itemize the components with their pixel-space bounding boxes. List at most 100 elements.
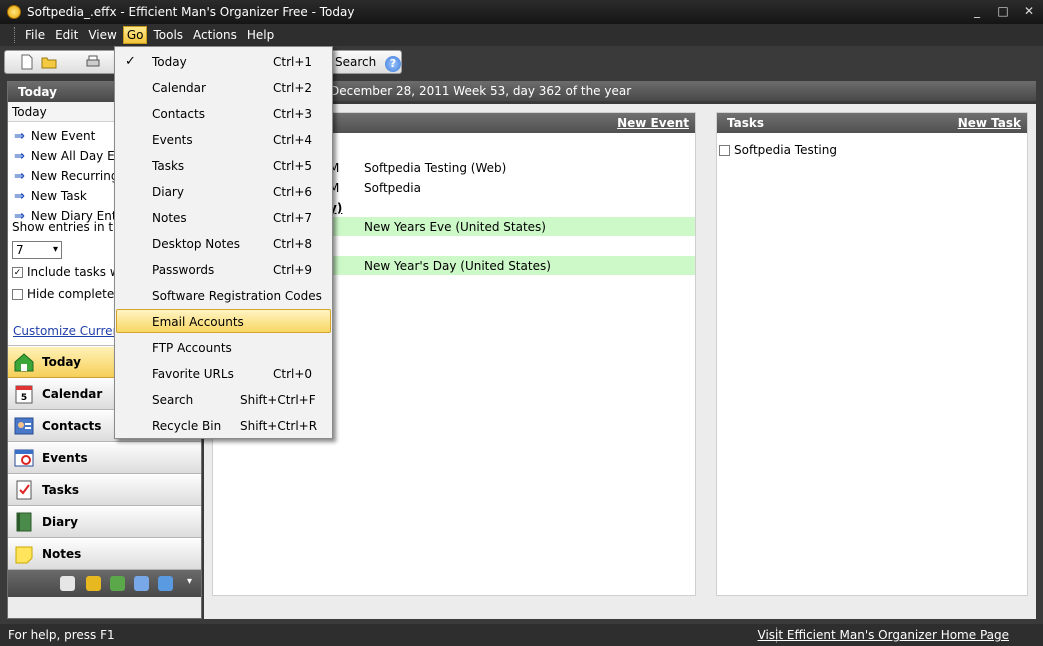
nav-label: Notes [42, 547, 82, 561]
nav-diary[interactable]: Diary [8, 506, 201, 538]
menu-label: Diary [152, 185, 184, 199]
help-icon[interactable]: ? [385, 56, 401, 72]
event-text: Softpedia Testing (Web) [364, 161, 507, 175]
arrow-right-icon: ⇒ [14, 128, 25, 144]
menu-help[interactable]: Help [243, 26, 278, 44]
status-bar: For help, press F1 Visit Efficient Man's… [0, 624, 1043, 646]
events-icon [14, 449, 34, 467]
key-icon[interactable] [86, 576, 101, 591]
days-combo[interactable]: 7 [12, 241, 62, 259]
menu-bar: File Edit View Go Tools Actions Help [0, 24, 1043, 46]
go-menu-email-accounts[interactable]: Email Accounts [116, 309, 331, 333]
go-menu-passwords[interactable]: Passwords Ctrl+9 [116, 257, 331, 281]
nav-notes[interactable]: Notes [8, 538, 201, 570]
go-menu-tasks[interactable]: Tasks Ctrl+5 [116, 153, 331, 177]
task-item[interactable]: Softpedia Testing [717, 143, 837, 157]
tasks-panel: Tasks New Task Softpedia Testing [716, 112, 1028, 596]
chevron-down-icon[interactable]: ▾ [182, 576, 197, 591]
menu-shortcut: Ctrl+4 [273, 133, 313, 147]
go-menu-ftp-accounts[interactable]: FTP Accounts [116, 335, 331, 359]
include-tasks-checkbox[interactable]: ✓ [12, 266, 23, 278]
contacts-icon [14, 417, 34, 435]
desktop-notes-icon[interactable] [60, 576, 75, 591]
menu-actions[interactable]: Actions [189, 26, 241, 44]
menu-shortcut: Ctrl+2 [273, 81, 313, 95]
nav-label: Today [42, 355, 81, 369]
calendar-icon: 5 [15, 385, 33, 404]
menu-shortcut: Ctrl+7 [273, 211, 313, 225]
quick-label: New Task [30, 189, 87, 203]
checkmark-icon: ✓ [125, 54, 136, 69]
menu-shortcut: Ctrl+6 [273, 185, 313, 199]
close-button[interactable]: ✕ [1021, 4, 1037, 18]
notes-icon [15, 546, 33, 564]
home-page-link[interactable]: Visit Efficient Man's Organizer Home Pag… [758, 628, 1010, 642]
tasks-panel-header: Tasks New Task [717, 113, 1027, 133]
nav-footer: ▾ [8, 570, 201, 597]
new-task-link[interactable]: New Task [958, 116, 1021, 130]
hide-completed-checkbox[interactable] [12, 288, 23, 300]
maximize-button[interactable]: □ [995, 4, 1011, 18]
go-menu-software-registration-codes[interactable]: Software Registration Codes [116, 283, 331, 307]
open-folder-icon[interactable] [41, 54, 57, 70]
menu-shortcut: Ctrl+1 [273, 55, 313, 69]
menu-go[interactable]: Go [122, 26, 148, 44]
minimize-button[interactable]: _ [969, 4, 985, 18]
menu-view[interactable]: View [84, 26, 120, 44]
menu-tools[interactable]: Tools [149, 26, 187, 44]
svg-text:5: 5 [21, 393, 27, 403]
go-menu-recycle-bin[interactable]: Recycle Bin Shift+Ctrl+R [116, 413, 331, 437]
go-menu-desktop-notes[interactable]: Desktop Notes Ctrl+8 [116, 231, 331, 255]
menu-label: Search [152, 393, 194, 407]
nav-label: Events [42, 451, 88, 465]
new-event-link[interactable]: New Event [617, 116, 689, 130]
quick-label: New Event [30, 129, 96, 143]
nav-events[interactable]: Events [8, 442, 201, 474]
tasks-panel-title: Tasks [727, 116, 765, 130]
registration-icon[interactable] [110, 576, 125, 591]
search-button[interactable]: Search [335, 55, 376, 69]
go-menu-favorite-urls[interactable]: Favorite URLs Ctrl+0 [116, 361, 331, 385]
go-menu-notes[interactable]: Notes Ctrl+7 [116, 205, 331, 229]
menu-label: Recycle Bin [152, 419, 222, 433]
nav-label: Diary [42, 515, 78, 529]
menu-label: Desktop Notes [152, 237, 240, 251]
window-controls: _ □ ✕ [969, 4, 1037, 18]
menu-label: Software Registration Codes [152, 289, 322, 303]
menu-label: Today [152, 55, 187, 69]
nav-tasks[interactable]: Tasks [8, 474, 201, 506]
menu-shortcut: Shift+Ctrl+R [240, 419, 318, 433]
go-menu-calendar[interactable]: Calendar Ctrl+2 [116, 75, 331, 99]
menu-label: FTP Accounts [152, 341, 232, 355]
window-title: Softpedia_.effx - Efficient Man's Organi… [27, 5, 355, 19]
go-menu-contacts[interactable]: Contacts Ctrl+3 [116, 101, 331, 125]
search-icon[interactable] [134, 576, 149, 591]
task-checkbox[interactable] [719, 144, 730, 156]
status-help-text: For help, press F1 [8, 628, 115, 642]
menu-label: Tasks [152, 159, 185, 173]
app-icon [7, 5, 21, 19]
nav-label: Contacts [42, 419, 102, 433]
nav-label: Tasks [42, 483, 80, 497]
menu-label: Notes [152, 211, 187, 225]
recycle-icon[interactable] [158, 576, 173, 591]
event-text: New Years Eve (United States) [364, 220, 546, 234]
menu-shortcut: Ctrl+9 [273, 263, 313, 277]
go-menu-search[interactable]: Search Shift+Ctrl+F [116, 387, 331, 411]
go-menu-today[interactable]: ✓ Today Ctrl+1 [116, 49, 331, 73]
menu-edit[interactable]: Edit [51, 26, 82, 44]
home-icon [14, 353, 34, 372]
menu-shortcut: Ctrl+8 [273, 237, 313, 251]
menu-shortcut: Shift+Ctrl+F [240, 393, 316, 407]
menu-label: Email Accounts [152, 315, 244, 329]
arrow-right-icon: ⇒ [14, 188, 25, 204]
tasks-icon [16, 480, 32, 500]
new-file-icon[interactable] [19, 54, 35, 70]
menu-file[interactable]: File [21, 26, 49, 44]
print-icon[interactable] [85, 54, 101, 70]
task-label: Softpedia Testing [734, 143, 837, 157]
arrow-right-icon: ⇒ [14, 148, 25, 164]
menu-label: Passwords [152, 263, 215, 277]
go-menu-events[interactable]: Events Ctrl+4 [116, 127, 331, 151]
go-menu-diary[interactable]: Diary Ctrl+6 [116, 179, 331, 203]
